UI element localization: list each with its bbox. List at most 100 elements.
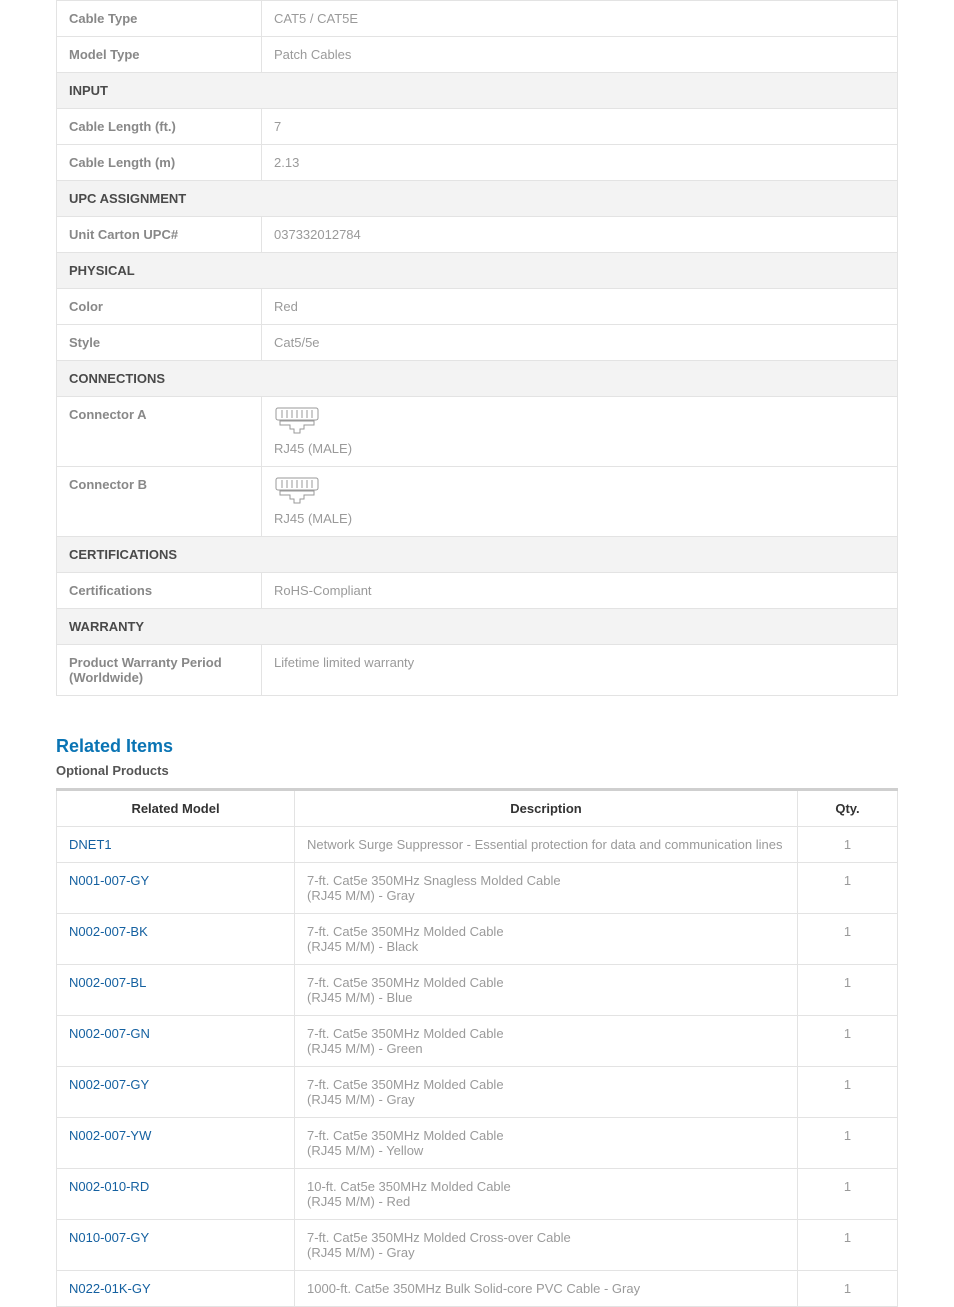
model-cell: N002-007-GY xyxy=(57,1067,295,1118)
model-link[interactable]: N002-007-GY xyxy=(69,1077,149,1092)
table-row: N002-007-GN 7-ft. Cat5e 350MHz Molded Cab… xyxy=(57,1016,898,1067)
qty-cell: 1 xyxy=(798,827,898,863)
spec-row: Unit Carton UPC# 037332012784 xyxy=(57,217,898,253)
model-link[interactable]: DNET1 xyxy=(69,837,112,852)
qty-cell: 1 xyxy=(798,1016,898,1067)
model-cell: N002-007-GN xyxy=(57,1016,295,1067)
model-link[interactable]: N001-007-GY xyxy=(69,873,149,888)
spec-row: Cable Length (m) 2.13 xyxy=(57,145,898,181)
connector-cell: RJ45 (MALE) xyxy=(262,397,898,467)
spec-label: Certifications xyxy=(57,573,262,609)
spec-label: Connector A xyxy=(57,397,262,467)
qty-cell: 1 xyxy=(798,863,898,914)
spec-row: Connector A RJ45 (MALE) xyxy=(57,397,898,467)
table-row: N001-007-GY 7-ft. Cat5e 350MHz Snagless M… xyxy=(57,863,898,914)
qty-cell: 1 xyxy=(798,1067,898,1118)
description-cell: 7-ft. Cat5e 350MHz Molded Cross-over Cab… xyxy=(295,1220,798,1271)
model-cell: N002-007-BL xyxy=(57,965,295,1016)
col-header-description: Description xyxy=(295,790,798,827)
spec-value: 7 xyxy=(262,109,898,145)
section-header-label: UPC ASSIGNMENT xyxy=(57,181,898,217)
specs-table: Cable Type CAT5 / CAT5E Model Type Patch… xyxy=(56,0,898,696)
table-row: DNET1 Network Surge Suppressor - Essentia… xyxy=(57,827,898,863)
connector-value: RJ45 (MALE) xyxy=(274,441,352,456)
qty-cell: 1 xyxy=(798,965,898,1016)
description-cell: 7-ft. Cat5e 350MHz Snagless Molded Cable… xyxy=(295,863,798,914)
description-cell: 7-ft. Cat5e 350MHz Molded Cable (RJ45 M/… xyxy=(295,914,798,965)
section-header-physical: PHYSICAL xyxy=(57,253,898,289)
section-header-upc: UPC ASSIGNMENT xyxy=(57,181,898,217)
spec-label: Color xyxy=(57,289,262,325)
qty-cell: 1 xyxy=(798,914,898,965)
model-link[interactable]: N010-007-GY xyxy=(69,1230,149,1245)
section-header-warranty: WARRANTY xyxy=(57,609,898,645)
model-cell: N010-007-GY xyxy=(57,1220,295,1271)
spec-label: Style xyxy=(57,325,262,361)
related-items-heading: Related Items xyxy=(56,736,898,757)
qty-cell: 1 xyxy=(798,1118,898,1169)
table-row: N002-007-YW 7-ft. Cat5e 350MHz Molded Cab… xyxy=(57,1118,898,1169)
connector-value: RJ45 (MALE) xyxy=(274,511,352,526)
spec-label: Cable Length (ft.) xyxy=(57,109,262,145)
model-cell: N002-010-RD xyxy=(57,1169,295,1220)
spec-value: Patch Cables xyxy=(262,37,898,73)
section-header-label: PHYSICAL xyxy=(57,253,898,289)
spec-value: 037332012784 xyxy=(262,217,898,253)
spec-row: Connector B RJ45 (MALE) xyxy=(57,467,898,537)
qty-cell: 1 xyxy=(798,1271,898,1307)
section-header-certifications: CERTIFICATIONS xyxy=(57,537,898,573)
section-header-label: CONNECTIONS xyxy=(57,361,898,397)
spec-value: RoHS-Compliant xyxy=(262,573,898,609)
table-row: N002-007-BK 7-ft. Cat5e 350MHz Molded Cab… xyxy=(57,914,898,965)
rj45-icon xyxy=(274,477,320,507)
model-link[interactable]: N002-007-BL xyxy=(69,975,146,990)
model-link[interactable]: N002-007-BK xyxy=(69,924,148,939)
spec-row: Color Red xyxy=(57,289,898,325)
model-cell: N001-007-GY xyxy=(57,863,295,914)
section-header-label: WARRANTY xyxy=(57,609,898,645)
spec-value: CAT5 / CAT5E xyxy=(262,1,898,37)
section-header-label: INPUT xyxy=(57,73,898,109)
model-link[interactable]: N002-007-GN xyxy=(69,1026,150,1041)
model-cell: N002-007-BK xyxy=(57,914,295,965)
model-cell: N002-007-YW xyxy=(57,1118,295,1169)
model-link[interactable]: N002-007-YW xyxy=(69,1128,151,1143)
spec-row: Product Warranty Period (Worldwide) Life… xyxy=(57,645,898,696)
col-header-qty: Qty. xyxy=(798,790,898,827)
spec-row: Model Type Patch Cables xyxy=(57,37,898,73)
rj45-icon xyxy=(274,407,320,437)
section-header-label: CERTIFICATIONS xyxy=(57,537,898,573)
table-row: N002-010-RD10-ft. Cat5e 350MHz Molded Ca… xyxy=(57,1169,898,1220)
spec-label: Cable Type xyxy=(57,1,262,37)
description-cell: Network Surge Suppressor - Essential pro… xyxy=(295,827,798,863)
spec-row: Cable Type CAT5 / CAT5E xyxy=(57,1,898,37)
spec-value: 2.13 xyxy=(262,145,898,181)
model-cell: N022-01K-GY xyxy=(57,1271,295,1307)
spec-label: Model Type xyxy=(57,37,262,73)
spec-value: Lifetime limited warranty xyxy=(262,645,898,696)
spec-label: Cable Length (m) xyxy=(57,145,262,181)
related-items-table: Related Model Description Qty. DNET1 Netw… xyxy=(56,788,898,1307)
description-cell: 7-ft. Cat5e 350MHz Molded Cable (RJ45 M/… xyxy=(295,1118,798,1169)
spec-value: Cat5/5e xyxy=(262,325,898,361)
description-cell: 1000-ft. Cat5e 350MHz Bulk Solid-core PV… xyxy=(295,1271,798,1307)
model-link[interactable]: N002-010-RD xyxy=(69,1179,149,1194)
spec-label: Connector B xyxy=(57,467,262,537)
table-row: N022-01K-GY 1000-ft. Cat5e 350MHz Bulk So… xyxy=(57,1271,898,1307)
spec-row: Style Cat5/5e xyxy=(57,325,898,361)
qty-cell: 1 xyxy=(798,1169,898,1220)
table-row: N002-007-GY 7-ft. Cat5e 350MHz Molded Cab… xyxy=(57,1067,898,1118)
spec-label: Product Warranty Period (Worldwide) xyxy=(57,645,262,696)
description-cell: 7-ft. Cat5e 350MHz Molded Cable (RJ45 M/… xyxy=(295,965,798,1016)
model-cell: DNET1 xyxy=(57,827,295,863)
description-cell: 7-ft. Cat5e 350MHz Molded Cable (RJ45 M/… xyxy=(295,1016,798,1067)
table-row: N010-007-GY 7-ft. Cat5e 350MHz Molded Cro… xyxy=(57,1220,898,1271)
section-header-input: INPUT xyxy=(57,73,898,109)
model-link[interactable]: N022-01K-GY xyxy=(69,1281,151,1296)
col-header-model: Related Model xyxy=(57,790,295,827)
spec-label: Unit Carton UPC# xyxy=(57,217,262,253)
optional-products-heading: Optional Products xyxy=(56,763,898,778)
spec-value: Red xyxy=(262,289,898,325)
spec-row: Cable Length (ft.) 7 xyxy=(57,109,898,145)
description-cell: 7-ft. Cat5e 350MHz Molded Cable (RJ45 M/… xyxy=(295,1067,798,1118)
